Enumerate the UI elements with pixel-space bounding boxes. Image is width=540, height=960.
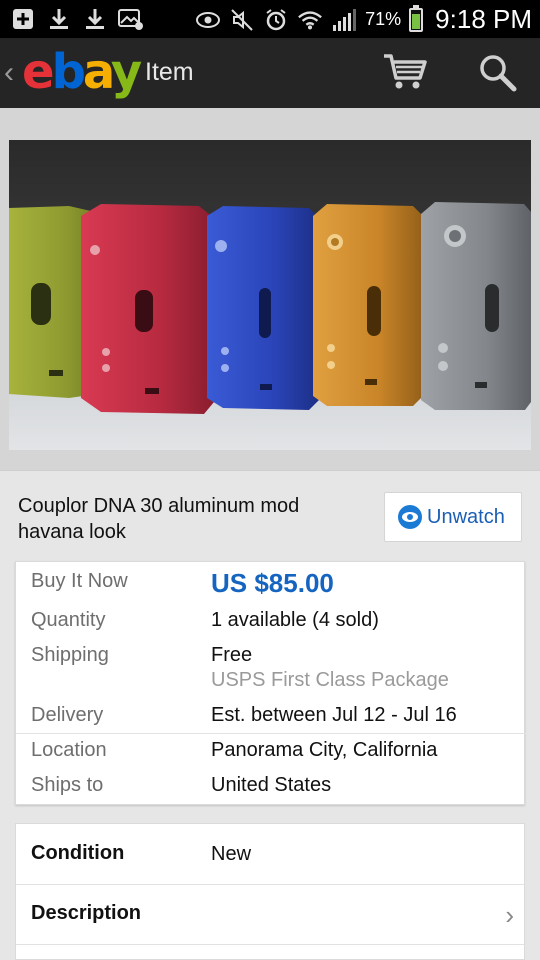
mute-icon xyxy=(229,7,255,33)
search-icon xyxy=(480,55,517,92)
eye-icon xyxy=(195,7,221,33)
status-bar: 71% 9:18 PM xyxy=(0,0,540,38)
divider xyxy=(16,733,526,734)
cart-button[interactable] xyxy=(382,52,428,92)
condition-card: Condition New Description › xyxy=(15,823,526,960)
chevron-right-icon: › xyxy=(505,900,514,930)
ships-to-value: United States xyxy=(211,774,332,796)
delivery-label: Delivery xyxy=(31,704,104,726)
condition-row[interactable]: Condition New xyxy=(16,824,526,884)
details-card: Buy It Now US $85.00 Quantity 1 availabl… xyxy=(15,561,526,805)
description-row[interactable]: Description › xyxy=(16,884,526,944)
divider xyxy=(16,944,526,945)
battery-icon xyxy=(409,4,424,32)
shipping-label: Shipping xyxy=(31,644,109,666)
ships-to-label: Ships to xyxy=(31,774,104,796)
image-notification-icon xyxy=(118,6,144,32)
location-value: Panorama City, California xyxy=(211,739,438,761)
item-title: Couplor DNA 30 aluminum mod havana look xyxy=(18,495,300,543)
download-icon xyxy=(46,6,72,32)
signal-icon xyxy=(331,7,357,33)
clock: 9:18 PM xyxy=(435,4,532,34)
quantity-value: 1 available (4 sold) xyxy=(211,609,379,631)
wifi-icon xyxy=(297,7,323,33)
cart-icon xyxy=(384,54,427,89)
system-icons: 71% 9:18 PM xyxy=(195,4,532,35)
add-box-icon xyxy=(10,6,36,32)
shipping-value: Free xyxy=(211,644,253,666)
condition-label: Condition xyxy=(31,842,125,864)
shipping-service: USPS First Class Package xyxy=(211,669,449,691)
battery-percent: 71% xyxy=(365,9,402,29)
download-icon xyxy=(82,6,108,32)
ebay-logo[interactable]: ebay xyxy=(22,44,142,100)
page-title: Item xyxy=(145,58,194,86)
unwatch-button[interactable]: Unwatch xyxy=(384,492,522,542)
location-label: Location xyxy=(31,739,107,761)
unwatch-label: Unwatch xyxy=(427,505,505,528)
quantity-label: Quantity xyxy=(31,609,106,631)
buy-it-now-label: Buy It Now xyxy=(31,570,128,592)
description-label: Description xyxy=(31,902,142,924)
price: US $85.00 xyxy=(211,568,334,598)
item-photo[interactable] xyxy=(9,118,531,471)
item-header: Couplor DNA 30 aluminum mod havana look … xyxy=(0,470,540,558)
app-bar: ‹ ebay Item xyxy=(0,38,540,108)
alarm-icon xyxy=(263,7,289,33)
eye-icon xyxy=(398,505,422,529)
delivery-value: Est. between Jul 12 - Jul 16 xyxy=(211,704,457,726)
condition-value: New xyxy=(211,843,252,865)
item-image-area xyxy=(0,108,540,471)
search-button[interactable] xyxy=(476,52,520,94)
chevron-left-icon[interactable]: ‹ xyxy=(4,56,14,90)
notification-icons xyxy=(10,6,144,32)
battery-level xyxy=(412,14,421,29)
